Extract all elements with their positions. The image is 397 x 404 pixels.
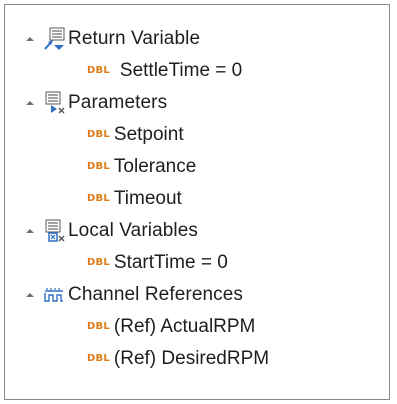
tree-node-label: Parameters [68,92,168,113]
dbl-type-badge: DBL [87,65,110,76]
dbl-type-badge: DBL [87,257,110,268]
collapse-arrow-icon[interactable] [23,224,37,238]
tree-leaf-label: SettleTime = 0 [119,60,243,81]
tree-leaf-label: (Ref) DesiredRPM [113,348,270,369]
tree-leaf-timeout[interactable]: DBL Timeout [87,185,182,213]
tree-node-local-variables[interactable]: Local Variables [23,217,198,245]
tree-leaf-label: StartTime = 0 [113,252,228,273]
collapse-arrow-icon[interactable] [23,32,37,46]
return-variable-icon [41,26,67,52]
tree-leaf-tolerance[interactable]: DBL Tolerance [87,153,196,181]
tree-node-label: Local Variables [68,220,199,241]
tree-node-channel-references[interactable]: Channel References [23,281,243,309]
tree-leaf-label: Tolerance [113,156,197,177]
collapse-arrow-icon[interactable] [23,288,37,302]
tree-node-label: Channel References [68,284,244,305]
parameters-icon [41,90,67,116]
dbl-type-badge: DBL [87,353,110,364]
local-variables-icon [41,218,67,244]
tree-leaf-label: Timeout [113,188,182,209]
collapse-arrow-icon[interactable] [23,96,37,110]
variables-tree-panel: Return Variable DBL SettleTime = 0 Param… [4,4,390,400]
dbl-type-badge: DBL [87,193,110,204]
tree-leaf-label: Setpoint [113,124,184,145]
dbl-type-badge: DBL [87,129,110,140]
dbl-type-badge: DBL [87,161,110,172]
tree-leaf-starttime[interactable]: DBL StartTime = 0 [87,249,228,277]
tree-node-label: Return Variable [68,28,201,49]
tree-leaf-setpoint[interactable]: DBL Setpoint [87,121,184,149]
tree-leaf-label: (Ref) ActualRPM [113,316,256,337]
tree-leaf-ref-actualrpm[interactable]: DBL (Ref) ActualRPM [87,313,255,341]
tree-node-parameters[interactable]: Parameters [23,89,167,117]
tree-leaf-settletime[interactable]: DBL SettleTime = 0 [87,57,242,85]
tree-node-return-variable[interactable]: Return Variable [23,25,200,53]
channel-references-icon [41,282,67,308]
tree-leaf-ref-desiredrpm[interactable]: DBL (Ref) DesiredRPM [87,345,269,373]
dbl-type-badge: DBL [87,321,110,332]
